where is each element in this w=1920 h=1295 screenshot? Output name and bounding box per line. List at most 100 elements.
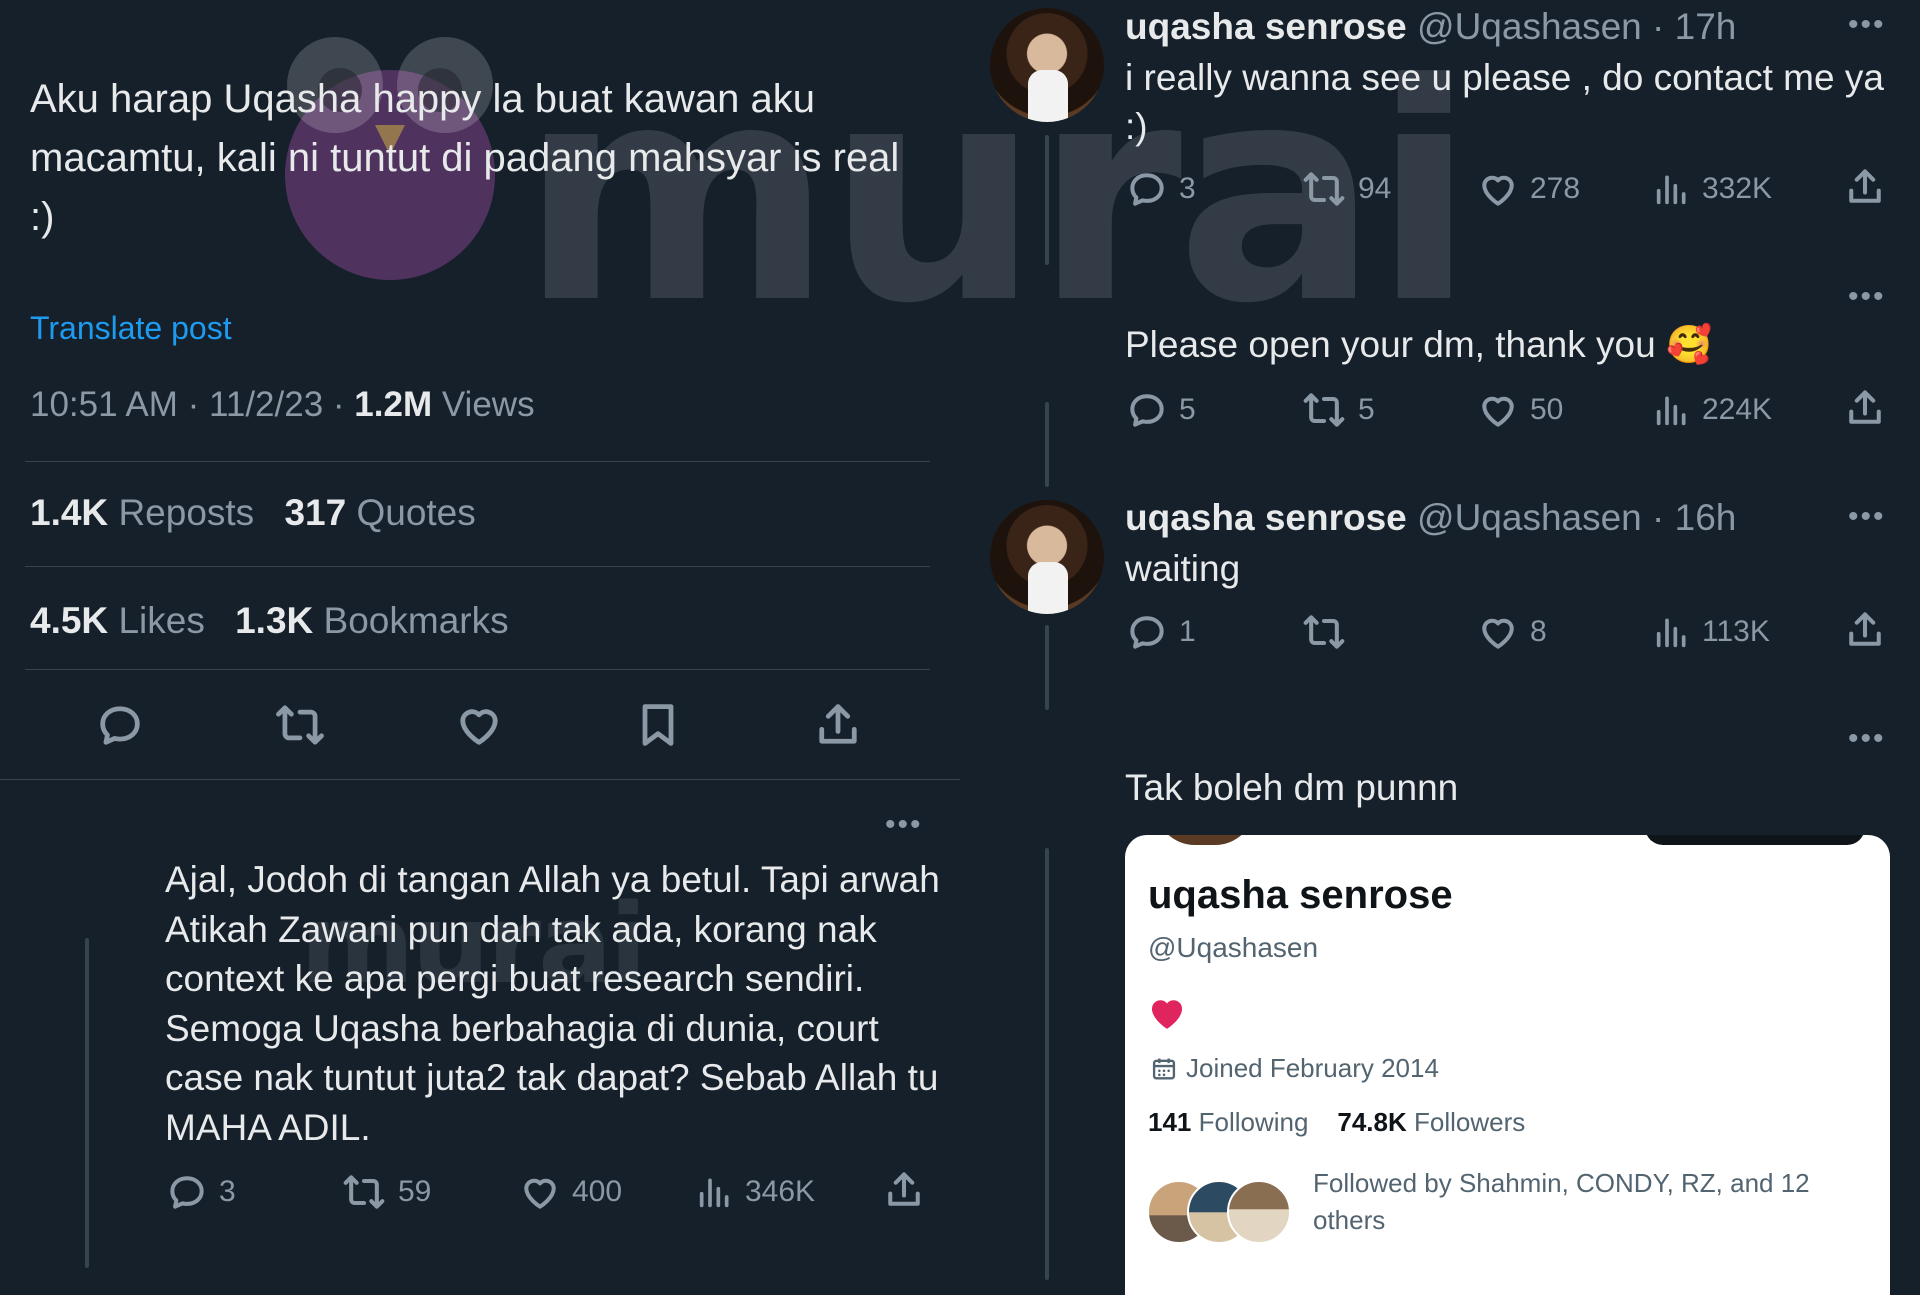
red-heart-icon [1151, 1000, 1183, 1029]
repost-icon [1303, 172, 1345, 206]
views-label: Views [441, 385, 535, 424]
reply-icon [1130, 394, 1164, 427]
calendar-icon [1152, 1058, 1176, 1079]
heart-icon [1482, 396, 1514, 427]
more-options-icon[interactable]: ••• [1848, 8, 1886, 42]
share-action[interactable] [1843, 165, 1887, 209]
analytics-icon [1656, 396, 1686, 426]
like-count: 8 [1530, 615, 1547, 648]
bookmarks-stat[interactable]: 1.3K Bookmarks [235, 600, 509, 641]
profile-card[interactable]: uqasha senrose @Uqashasen Joined Februar… [1125, 835, 1890, 1295]
analytics-icon [699, 1178, 729, 1208]
views-action[interactable]: 332K [1652, 167, 1772, 211]
repost-icon [1303, 615, 1345, 649]
reply-action[interactable]: 5 [1125, 388, 1196, 432]
reply-icon [100, 706, 140, 745]
likes-stat[interactable]: 4.5K Likes [30, 600, 205, 641]
reply-icon [1130, 616, 1164, 649]
more-options-icon[interactable]: ••• [885, 808, 923, 842]
tweet-meta: 10:51 AM · 11/2/23 · 1.2M Views [30, 385, 535, 424]
reply-action[interactable]: 3 [165, 1170, 236, 1214]
share-action[interactable] [882, 1168, 926, 1212]
stats-row-reposts: 1.4K Reposts 317 Quotes [30, 492, 476, 534]
repost-icon [276, 705, 324, 745]
heart-icon [460, 709, 498, 745]
repost-count: 59 [398, 1175, 432, 1208]
tweet-time[interactable]: 10:51 AM [30, 385, 178, 424]
like-count: 50 [1530, 393, 1564, 426]
avatar[interactable] [990, 8, 1104, 122]
divider [25, 669, 930, 670]
tweet-text: i really wanna see u please , do contact… [1125, 57, 1884, 147]
display-name[interactable]: uqasha senrose [1125, 497, 1407, 538]
repost-button[interactable] [270, 695, 330, 755]
reply-action[interactable]: 1 [1125, 610, 1196, 654]
thread-line [1045, 402, 1049, 487]
display-name[interactable]: uqasha senrose [1125, 6, 1407, 47]
like-action[interactable]: 278 [1476, 167, 1580, 211]
repost-action[interactable]: 94 [1300, 167, 1391, 211]
views-action[interactable]: 224K [1652, 388, 1772, 432]
thread-line [1045, 135, 1049, 265]
repost-action[interactable]: 59 [340, 1170, 431, 1214]
tweet-time[interactable]: 17h [1675, 6, 1737, 47]
more-options-icon[interactable]: ••• [1848, 280, 1886, 314]
profile-avatar-edge [1155, 835, 1255, 845]
followed-by-text[interactable]: Followed by Shahmin, CONDY, RZ, and 12 o… [1313, 1165, 1833, 1239]
joined-label: Joined February 2014 [1186, 1053, 1439, 1083]
heart-icon [1482, 618, 1514, 649]
analytics-icon [1656, 175, 1686, 205]
tweet-header: uqasha senrose @Uqashasen · 16h [1125, 497, 1737, 538]
like-action[interactable]: 50 [1476, 388, 1563, 432]
avatar[interactable] [990, 500, 1104, 614]
divider [0, 779, 960, 780]
views-count: 1.2M [354, 385, 433, 424]
reply-count: 1 [1179, 615, 1196, 648]
share-action[interactable] [1843, 386, 1887, 430]
analytics-icon [1656, 618, 1686, 648]
tweet-header: uqasha senrose @Uqashasen · 17h [1125, 6, 1737, 47]
reply-action[interactable]: 3 [1125, 167, 1196, 211]
views-action[interactable]: 113K [1652, 610, 1770, 654]
following-link[interactable]: 141 Following [1148, 1107, 1308, 1137]
bookmark-button[interactable] [628, 695, 688, 755]
share-button[interactable] [808, 695, 868, 755]
followers-link[interactable]: 74.8K Followers [1337, 1107, 1525, 1137]
more-options-icon[interactable]: ••• [1848, 500, 1886, 534]
reply-count: 3 [219, 1175, 236, 1208]
stats-row-likes: 4.5K Likes 1.3K Bookmarks [30, 600, 509, 642]
tweet-time[interactable]: 16h [1675, 497, 1737, 538]
tweet-date[interactable]: 11/2/23 [209, 385, 323, 424]
more-options-icon[interactable]: ••• [1848, 722, 1886, 756]
like-count: 278 [1530, 172, 1581, 205]
profile-bio [1148, 995, 1186, 1031]
repost-action[interactable]: 5 [1300, 388, 1375, 432]
share-action[interactable] [1843, 608, 1887, 652]
like-action[interactable]: 400 [518, 1170, 622, 1214]
reply-button[interactable] [90, 695, 150, 755]
views-count: 224K [1702, 393, 1773, 426]
user-handle[interactable]: @Uqashasen [1417, 6, 1642, 47]
like-count: 400 [572, 1175, 623, 1208]
views-action[interactable]: 346K [695, 1170, 815, 1214]
quotes-stat[interactable]: 317 Quotes [284, 492, 475, 533]
thread-line [1045, 848, 1049, 1280]
divider [25, 566, 930, 567]
tweet-text: Please open your dm, thank you 🥰 [1125, 324, 1713, 365]
main-tweet-action-bar [0, 695, 960, 755]
user-handle[interactable]: @Uqashasen [1417, 497, 1642, 538]
views-count: 346K [745, 1175, 816, 1208]
reposts-stat[interactable]: 1.4K Reposts [30, 492, 254, 533]
follower-avatar[interactable] [1227, 1180, 1291, 1244]
heart-icon [524, 1178, 556, 1209]
translate-post-link[interactable]: Translate post [30, 310, 232, 347]
joined-date: Joined February 2014 [1150, 1053, 1439, 1084]
like-action[interactable]: 8 [1476, 610, 1547, 654]
views-count: 113K [1702, 615, 1770, 648]
repost-count: 94 [1358, 172, 1392, 205]
profile-name: uqasha senrose [1148, 873, 1453, 917]
divider [25, 461, 930, 462]
repost-action[interactable] [1300, 610, 1358, 654]
bookmark-icon [642, 704, 674, 746]
like-button[interactable] [449, 695, 509, 755]
